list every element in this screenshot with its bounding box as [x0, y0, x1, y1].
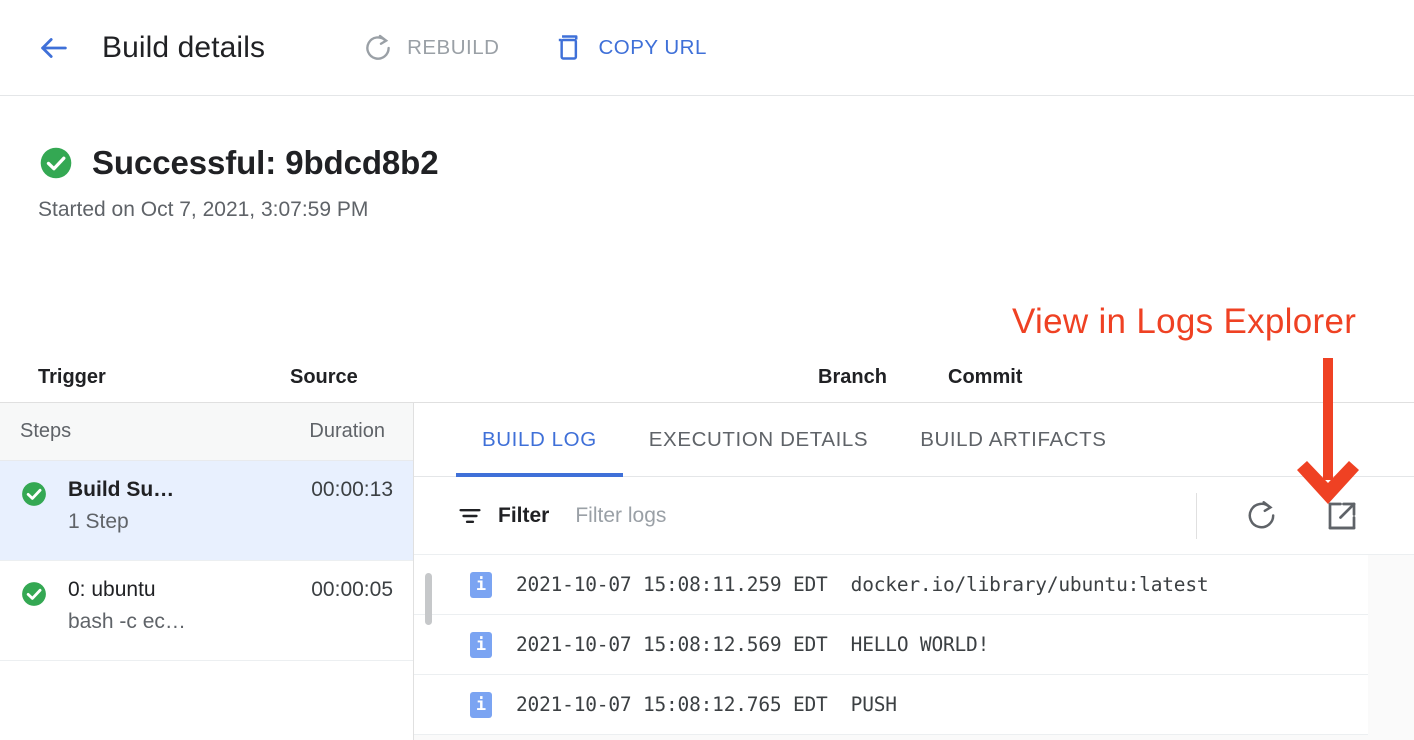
source-label: Source — [290, 366, 358, 389]
log-list: i 2021-10-07 15:08:11.259 EDT docker.io/… — [414, 555, 1414, 740]
step-name: Build Su… — [68, 475, 174, 505]
log-panel: BUILD LOG EXECUTION DETAILS BUILD ARTIFA… — [414, 402, 1414, 740]
step-texts: Build Su… 1 Step — [68, 475, 174, 544]
step-duration: 00:00:05 — [311, 575, 393, 644]
log-text: 2021-10-07 15:08:11.259 EDT docker.io/li… — [516, 573, 1208, 596]
log-row: i 2021-10-07 15:08:11.259 EDT docker.io/… — [414, 555, 1368, 615]
content-copy-icon — [553, 32, 584, 63]
refresh-icon — [363, 33, 393, 63]
trigger-label: Trigger — [38, 366, 266, 389]
filter-logs-input[interactable] — [575, 504, 905, 528]
step-duration: 00:00:13 — [311, 475, 393, 544]
copy-url-button[interactable]: COPY URL — [553, 32, 706, 63]
severity-info-icon: i — [470, 632, 492, 658]
build-status-title: Successful: 9bdcd8b2 — [92, 144, 438, 182]
log-filter-bar: Filter — [414, 477, 1414, 555]
tab-build-artifacts[interactable]: BUILD ARTIFACTS — [894, 403, 1132, 477]
step-row-build-summary[interactable]: Build Su… 1 Step 00:00:13 — [0, 461, 413, 561]
step-sub: 1 Step — [68, 505, 174, 539]
step-name: 0: ubuntu — [68, 575, 186, 605]
copy-url-label: COPY URL — [598, 36, 706, 60]
step-sub: bash -c ec… — [68, 605, 186, 639]
check-circle-icon — [20, 480, 48, 544]
filter-list-icon[interactable] — [456, 502, 484, 530]
build-started-text: Started on Oct 7, 2021, 3:07:59 PM — [38, 198, 1414, 222]
arrow-left-icon — [37, 31, 71, 65]
rebuild-label: REBUILD — [407, 36, 499, 60]
tab-build-log[interactable]: BUILD LOG — [456, 403, 623, 477]
annotation-label: View in Logs Explorer — [1012, 302, 1356, 342]
build-status-row: Successful: 9bdcd8b2 — [0, 96, 1414, 182]
log-scrollbar-thumb[interactable] — [425, 573, 432, 625]
build-summary: Successful: 9bdcd8b2 Started on Oct 7, 2… — [0, 96, 1414, 222]
step-texts: 0: ubuntu bash -c ec… — [68, 575, 186, 644]
check-circle-icon — [20, 580, 48, 644]
severity-info-icon: i — [470, 692, 492, 718]
log-row: i 2021-10-07 15:08:12.765 EDT PUSH — [414, 675, 1368, 735]
check-circle-icon — [38, 145, 74, 181]
commit-label: Commit — [948, 366, 1051, 389]
log-text: 2021-10-07 15:08:12.569 EDT HELLO WORLD! — [516, 633, 989, 656]
log-text: 2021-10-07 15:08:12.765 EDT PUSH — [516, 693, 897, 716]
rebuild-button[interactable]: REBUILD — [363, 33, 499, 63]
filter-label: Filter — [498, 504, 549, 528]
log-tabs: BUILD LOG EXECUTION DETAILS BUILD ARTIFA… — [414, 403, 1414, 477]
app-bar: Build details REBUILD — [0, 0, 1414, 96]
step-row-0-ubuntu[interactable]: 0: ubuntu bash -c ec… 00:00:05 — [0, 561, 413, 661]
page-title: Build details — [102, 31, 265, 65]
duration-column-header: Duration — [309, 420, 393, 443]
tab-execution-details[interactable]: EXECUTION DETAILS — [623, 403, 894, 477]
branch-label: Branch — [818, 366, 887, 389]
open-in-new-icon[interactable] — [1324, 498, 1360, 534]
severity-info-icon: i — [470, 572, 492, 598]
app-bar-actions: REBUILD COPY URL — [363, 32, 707, 63]
refresh-icon[interactable] — [1245, 499, 1278, 532]
steps-header: Steps Duration — [0, 403, 413, 461]
back-button[interactable] — [28, 22, 80, 74]
log-actions — [1196, 493, 1388, 539]
build-details-page: Build details REBUILD — [0, 0, 1414, 740]
steps-column-header: Steps — [20, 420, 71, 443]
vertical-divider — [1196, 493, 1197, 539]
log-row: i 2021-10-07 15:08:12.569 EDT HELLO WORL… — [414, 615, 1368, 675]
steps-panel: Steps Duration Build Su… 1 Step 00:00:13 — [0, 402, 414, 740]
